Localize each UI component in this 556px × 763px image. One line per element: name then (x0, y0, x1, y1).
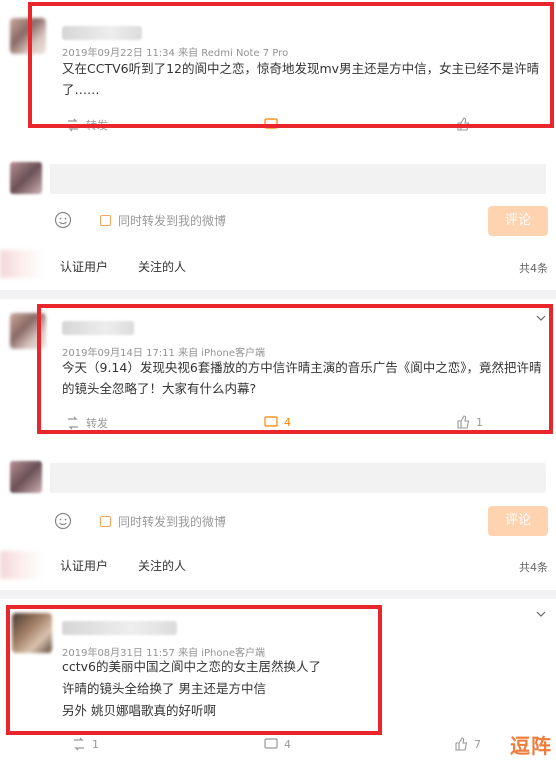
submit-comment-button[interactable]: 评论 (488, 506, 548, 536)
repost-button[interactable]: 转发 (66, 415, 108, 431)
post-text-line: 又在CCTV6听到了12的阆中之恋，惊奇地发现mv男主还是方中信，女主已经不是许… (62, 61, 540, 76)
chevron-down-icon[interactable] (536, 313, 546, 323)
comment-total: 共4条 (519, 561, 548, 574)
avatar[interactable] (12, 613, 52, 653)
avatar (10, 162, 42, 194)
comment-icon (264, 738, 278, 749)
watermark: 逗阵 (510, 734, 552, 758)
tab-following[interactable]: 关注的人 (138, 557, 186, 574)
divider (0, 590, 556, 599)
post-text: cctv6的美丽中国之阆中之恋的女主居然换人了 许晴的镜头全给换了 男主还是方中… (62, 656, 372, 722)
comment-panel: 同时转发到我的微博 评论 认证用户 关注的人 共4条 (0, 449, 556, 590)
comment-count: 4 (284, 737, 291, 751)
post-meta: 2019年09月22日 11:34 来自 Redmi Note 7 Pro (62, 48, 289, 59)
like-count: 7 (474, 737, 481, 751)
avatar[interactable] (10, 18, 46, 54)
like-count: 1 (476, 415, 483, 429)
weibo-post: 2019年09月14日 17:11 来自 iPhone客户端 今天（9.14）发… (0, 299, 556, 449)
repost-count: 1 (92, 737, 99, 751)
avatar[interactable] (10, 313, 46, 349)
like-icon (457, 117, 470, 131)
post-actions: 转发 (60, 117, 536, 135)
comment-button[interactable] (264, 117, 284, 131)
repost-checkbox[interactable] (100, 516, 111, 527)
username[interactable] (62, 621, 177, 635)
repost-checkbox[interactable] (100, 215, 111, 226)
like-button[interactable] (456, 117, 476, 131)
like-button[interactable]: 7 (454, 737, 481, 751)
post-text-line: 了…… (62, 82, 100, 97)
repost-checkbox-label: 同时转发到我的微博 (118, 515, 227, 529)
post-text: 今天（9.14）发现央视6套播放的方中信许晴主演的音乐广告《阆中之恋》，竟然把许… (62, 357, 548, 399)
tab-verified-users[interactable]: 认证用户 (60, 557, 108, 574)
smile-icon[interactable] (54, 211, 72, 229)
post-text-line: 许晴的镜头全给换了 男主还是方中信 (62, 681, 266, 696)
repost-label: 转发 (86, 417, 108, 430)
like-icon (455, 737, 468, 751)
like-icon (457, 415, 470, 429)
post-text: 又在CCTV6听到了12的阆中之恋，惊奇地发现mv男主还是方中信，女主已经不是许… (62, 58, 548, 100)
divider (0, 290, 556, 299)
avatar (0, 250, 44, 278)
weibo-post: 2019年09月22日 11:34 来自 Redmi Note 7 Pro 又在… (0, 0, 556, 150)
repost-icon (68, 416, 78, 430)
tab-following[interactable]: 关注的人 (138, 258, 186, 275)
repost-label: 转发 (86, 119, 108, 132)
repost-checkbox-label: 同时转发到我的微博 (118, 214, 227, 228)
repost-button[interactable]: 转发 (66, 117, 108, 133)
comment-icon (264, 118, 278, 129)
repost-icon (68, 118, 78, 132)
smile-icon[interactable] (54, 512, 72, 530)
comment-button[interactable]: 4 (264, 415, 291, 429)
username[interactable] (62, 321, 134, 335)
post-text-line: 今天（9.14）发现央视6套播放的方中信许晴主演的音乐广告《阆中之恋》，竟然把许… (62, 360, 542, 375)
tab-verified-users[interactable]: 认证用户 (60, 258, 108, 275)
post-actions: 1 4 7 (60, 737, 536, 755)
comment-input[interactable] (50, 463, 546, 493)
post-actions: 转发 4 1 (60, 415, 536, 433)
comment-panel: 同时转发到我的微博 评论 认证用户 关注的人 共4条 (0, 150, 556, 290)
post-text-line: 另外 姚贝娜唱歌真的好听啊 (62, 703, 216, 718)
comment-icon (264, 416, 278, 427)
repost-button[interactable]: 1 (72, 737, 99, 751)
chevron-down-icon[interactable] (536, 609, 546, 619)
comment-input[interactable] (50, 164, 546, 194)
comment-button[interactable]: 4 (264, 737, 291, 751)
comment-count: 4 (284, 415, 291, 429)
avatar (10, 461, 42, 493)
like-button[interactable]: 1 (456, 415, 483, 429)
username[interactable] (62, 26, 142, 40)
post-text-line: 的镜头全忽略了！大家有什么内幕? (62, 381, 257, 396)
weibo-post: 2019年08月31日 11:57 来自 iPhone客户端 cctv6的美丽中… (0, 599, 556, 763)
comment-total: 共4条 (519, 262, 548, 275)
avatar (0, 551, 44, 579)
repost-icon (74, 737, 84, 751)
submit-comment-button[interactable]: 评论 (488, 206, 548, 236)
post-text-line: cctv6的美丽中国之阆中之恋的女主居然换人了 (62, 659, 321, 674)
